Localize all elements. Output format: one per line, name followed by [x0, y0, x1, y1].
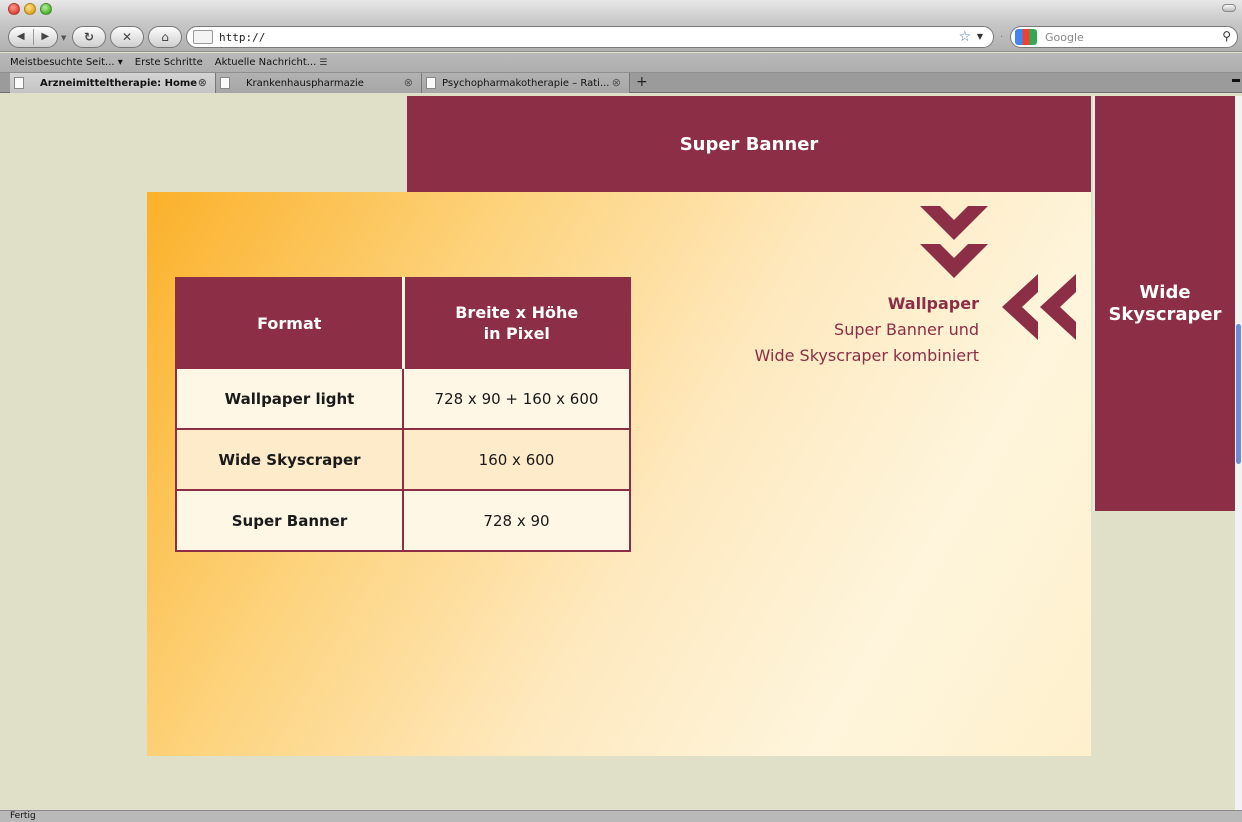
size-cell: 728 x 90	[402, 489, 630, 551]
size-cell: 728 x 90 + 160 x 600	[402, 367, 630, 429]
status-bar: Fertig	[0, 810, 1242, 822]
wallpaper-title: Wallpaper	[887, 294, 979, 313]
window-close-button[interactable]	[8, 3, 20, 15]
url-bar[interactable]: http:// ☆ ▼	[186, 26, 994, 48]
home-button[interactable]: ⌂	[148, 26, 182, 48]
reload-button[interactable]: ↻	[72, 26, 106, 48]
search-box[interactable]: Google ⚲	[1010, 26, 1238, 48]
tab-label: Krankenhauspharmazie	[246, 77, 364, 89]
page-identity-icon[interactable]	[193, 30, 213, 44]
scrollbar-thumb[interactable]	[1236, 324, 1241, 464]
home-icon: ⌂	[161, 30, 169, 44]
page-icon	[14, 77, 24, 89]
status-text: Fertig	[10, 811, 36, 821]
table-row: Wide Skyscraper 160 x 600	[176, 428, 630, 490]
wide-skyscraper-label-line1: Wide	[1139, 281, 1191, 303]
back-forward-buttons: ◀ ▶	[8, 26, 58, 48]
bookmark-star-icon[interactable]: ☆	[958, 29, 971, 45]
double-chevron-down-icon	[920, 206, 988, 278]
page-icon	[220, 77, 230, 89]
close-tab-icon[interactable]: ⊗	[612, 76, 621, 89]
stop-icon: ✕	[121, 30, 133, 44]
header-size: Breite x Höhe in Pixel	[401, 278, 630, 368]
tab-label: Psychopharmakotherapie – Rati...	[442, 77, 610, 89]
back-icon[interactable]: ◀	[9, 32, 33, 42]
bookmark-label: Aktuelle Nachricht...	[214, 57, 317, 68]
tab-bar: Arzneimitteltherapie: Home ⊗ Krankenhaus…	[0, 73, 1242, 93]
tab-label: Arzneimitteltherapie: Home	[40, 77, 198, 89]
super-banner-placeholder: Super Banner	[407, 96, 1091, 192]
window-zoom-button[interactable]	[40, 3, 52, 15]
format-cell: Wallpaper light	[176, 367, 403, 429]
bookmark-most-visited[interactable]: Meistbesuchte Seit... ▾	[10, 57, 123, 68]
forward-icon[interactable]: ▶	[34, 32, 58, 42]
wide-skyscraper-label-line2: Skyscraper	[1108, 303, 1222, 325]
table-row: Super Banner 728 x 90	[176, 489, 630, 551]
tab-list-icon[interactable]	[1232, 79, 1240, 82]
close-tab-icon[interactable]: ⊗	[198, 76, 207, 89]
table-row: Wallpaper light 728 x 90 + 160 x 600	[176, 367, 630, 429]
search-input[interactable]: Google	[1045, 31, 1084, 44]
history-dropdown-icon[interactable]: ▼	[61, 34, 66, 42]
tab-arzneimitteltherapie[interactable]: Arzneimitteltherapie: Home ⊗	[10, 73, 216, 93]
wallpaper-description-line1: Super Banner und	[834, 320, 979, 339]
header-size-line2: in Pixel	[483, 324, 550, 343]
double-chevron-left-icon	[1002, 274, 1076, 340]
bookmarks-toolbar: Meistbesuchte Seit... ▾ Erste Schritte A…	[0, 53, 1242, 73]
search-engine-icon[interactable]	[1015, 29, 1037, 45]
bookmark-latest-headlines[interactable]: Aktuelle Nachricht... ☰	[215, 57, 328, 68]
navigation-toolbar: ◀ ▶ ▼ ↻ ✕ ⌂ http:// ☆ ▼ · Google ⚲	[0, 22, 1242, 52]
url-dropdown-icon[interactable]: ▼	[977, 32, 983, 41]
header-format: Format	[176, 278, 403, 368]
tab-psychopharmakotherapie[interactable]: Psychopharmakotherapie – Rati... ⊗	[422, 73, 630, 93]
bookmark-getting-started[interactable]: Erste Schritte	[135, 57, 203, 68]
toolbar-toggle-button[interactable]	[1222, 4, 1236, 12]
wide-skyscraper-placeholder: Wide Skyscraper	[1093, 96, 1235, 511]
table-header-row: Format Breite x Höhe in Pixel	[176, 278, 630, 368]
close-tab-icon[interactable]: ⊗	[404, 76, 413, 89]
page-icon	[426, 77, 436, 89]
window-minimize-button[interactable]	[24, 3, 36, 15]
divider: ·	[1000, 32, 1004, 43]
format-cell: Super Banner	[176, 489, 403, 551]
header-size-line1: Breite x Höhe	[455, 303, 579, 322]
stop-button[interactable]: ✕	[110, 26, 144, 48]
size-cell: 160 x 600	[402, 428, 630, 490]
reload-icon: ↻	[83, 30, 95, 44]
url-text[interactable]: http://	[219, 31, 265, 44]
format-cell: Wide Skyscraper	[176, 428, 403, 490]
rss-icon: ☰	[319, 57, 328, 68]
search-icon[interactable]: ⚲	[1222, 29, 1231, 43]
wallpaper-description-line2: Wide Skyscraper kombiniert	[754, 346, 979, 365]
page-viewport: Super Banner Wide Skyscraper Wallpaper S…	[0, 94, 1242, 810]
new-tab-icon[interactable]: +	[636, 74, 648, 90]
tab-krankenhauspharmazie[interactable]: Krankenhauspharmazie ⊗	[216, 73, 422, 93]
super-banner-label: Super Banner	[679, 133, 819, 155]
ad-format-table: Format Breite x Höhe in Pixel Wallpaper …	[175, 277, 631, 552]
window-titlebar	[0, 0, 1242, 22]
